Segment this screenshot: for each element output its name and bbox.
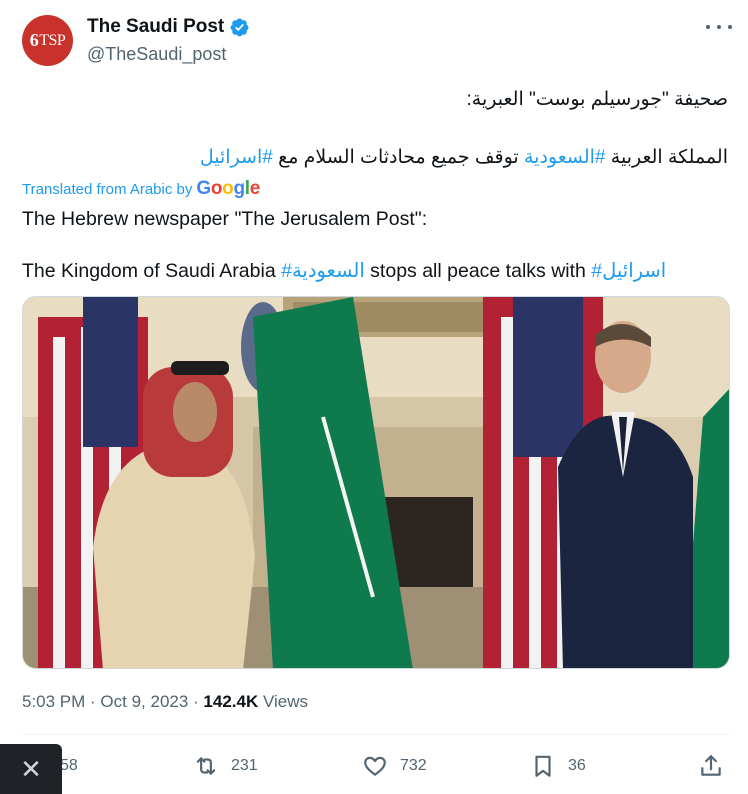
close-icon[interactable]: ✕: [0, 744, 62, 794]
bookmark-button[interactable]: 36: [530, 750, 586, 782]
heart-icon: [364, 756, 386, 776]
original-text-line-1: صحيفة "جورسيلم بوست" العبرية:: [466, 89, 728, 110]
tweet-date[interactable]: Oct 9, 2023: [100, 692, 188, 711]
google-logo: Google: [196, 178, 261, 199]
share-icon: [701, 755, 721, 776]
divider: [22, 734, 730, 735]
translated-text-line-1: The Hebrew newspaper "The Jerusalem Post…: [22, 208, 428, 230]
views-label: Views: [258, 692, 309, 711]
bookmark-count: 36: [568, 757, 586, 774]
avatar[interactable]: 6 TSP: [22, 15, 73, 66]
translated-text-line-2: The Kingdom of Saudi Arabia #السعودية st…: [22, 260, 667, 282]
share-button[interactable]: [698, 750, 724, 782]
hashtag-link[interactable]: #السعودية: [524, 147, 606, 168]
hashtag-link[interactable]: #اسرائيل: [200, 147, 273, 168]
tweet-meta: 5:03 PM · Oct 9, 2023 · 142.4K Views: [22, 692, 309, 711]
retweet-button[interactable]: 231: [193, 750, 258, 782]
tweet-photo[interactable]: [22, 296, 730, 669]
like-count: 732: [400, 757, 427, 774]
tweet: 6 TSP The Saudi Post @TheSaudi_post صحيفة…: [0, 0, 748, 794]
author-name-row[interactable]: The Saudi Post: [87, 16, 250, 38]
translation-attribution: Translated from Arabic by Google: [22, 178, 261, 199]
bookmark-icon: [535, 755, 551, 777]
like-button[interactable]: 732: [362, 750, 427, 782]
original-text-line-2: المملكة العربية #السعودية توقف جميع محاد…: [199, 147, 728, 168]
photo-illustration: [23, 297, 729, 668]
author-handle[interactable]: @TheSaudi_post: [87, 44, 226, 65]
views-count: 142.4K: [203, 692, 259, 711]
author-name[interactable]: The Saudi Post: [87, 16, 224, 38]
retweet-count: 231: [231, 757, 258, 774]
tweet-time[interactable]: 5:03 PM: [22, 692, 85, 711]
verified-badge-icon: [230, 18, 249, 36]
more-icon[interactable]: [706, 16, 732, 38]
retweet-icon: [196, 757, 216, 775]
hashtag-link[interactable]: #السعودية: [281, 260, 365, 282]
avatar-swirl-icon: 6: [29, 30, 39, 50]
reply-count: 58: [60, 757, 78, 774]
hashtag-link[interactable]: #اسرائيل: [591, 260, 666, 282]
